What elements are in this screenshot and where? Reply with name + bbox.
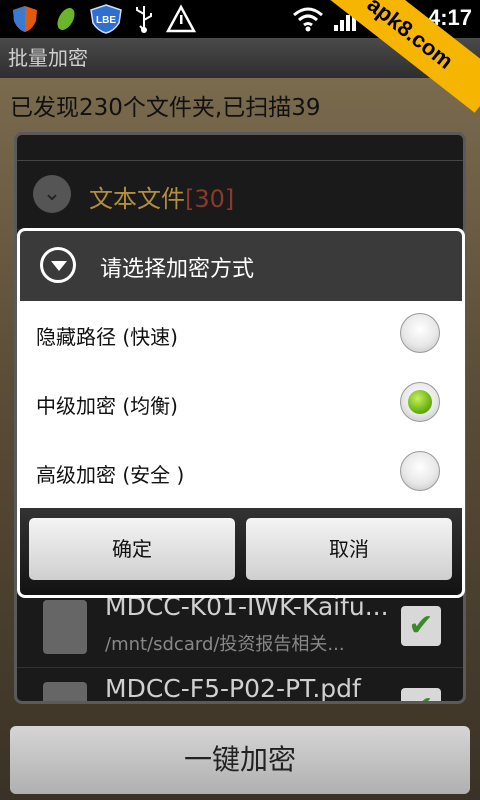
wifi-icon — [293, 7, 323, 32]
option-label: 中级加密 (均衡) — [36, 394, 178, 418]
file-path: /mnt/sdcard/投资报告相关... — [105, 634, 345, 655]
cancel-button[interactable]: 取消 — [246, 518, 452, 580]
encryption-method-dialog: 请选择加密方式 隐藏路径 (快速) 中级加密 (均衡) 高级加密 (安全 ) 确… — [17, 228, 465, 598]
lbe-badge-icon: LBE — [90, 4, 122, 34]
checkbox[interactable]: ✔ — [401, 688, 441, 701]
folder-row[interactable]: ⌄ 文本文件[30] — [17, 160, 463, 230]
file-icon — [43, 682, 87, 701]
option-high-encryption[interactable]: 高级加密 (安全 ) — [20, 439, 462, 509]
leaf-icon — [57, 8, 75, 30]
file-name: MDCC-F5-P02-PT.pdf — [105, 674, 361, 703]
chevron-down-icon — [40, 247, 76, 283]
option-medium-encryption[interactable]: 中级加密 (均衡) — [20, 370, 462, 440]
chevron-down-icon[interactable]: ⌄ — [33, 175, 71, 213]
encrypt-all-button[interactable]: 一键加密 — [10, 726, 470, 794]
dialog-footer: 确定 取消 — [20, 508, 462, 595]
file-icon — [43, 600, 87, 654]
confirm-button[interactable]: 确定 — [29, 518, 235, 580]
shield-icon — [13, 6, 37, 32]
radio-button[interactable] — [400, 382, 440, 422]
usb-icon — [136, 6, 152, 33]
checkbox[interactable]: ✔ — [401, 606, 441, 646]
dialog-title: 请选择加密方式 — [100, 257, 255, 282]
radio-button[interactable] — [400, 313, 440, 353]
radio-button[interactable] — [400, 451, 440, 491]
dialog-header: 请选择加密方式 — [20, 231, 462, 301]
folder-name: 文本文件[30] — [89, 179, 234, 214]
folder-count: [30] — [185, 185, 235, 213]
option-hide-path[interactable]: 隐藏路径 (快速) — [20, 301, 462, 371]
svg-text:LBE: LBE — [96, 15, 116, 26]
scan-status: 已发现230个文件夹,已扫描39 — [10, 95, 321, 121]
folder-label: 文本文件 — [89, 185, 185, 213]
warning-icon — [166, 4, 196, 33]
option-label: 隐藏路径 (快速) — [36, 325, 178, 349]
list-item[interactable]: MDCC-F5-P02-PT.pdf ✔ — [17, 667, 463, 703]
option-label: 高级加密 (安全 ) — [36, 463, 185, 487]
